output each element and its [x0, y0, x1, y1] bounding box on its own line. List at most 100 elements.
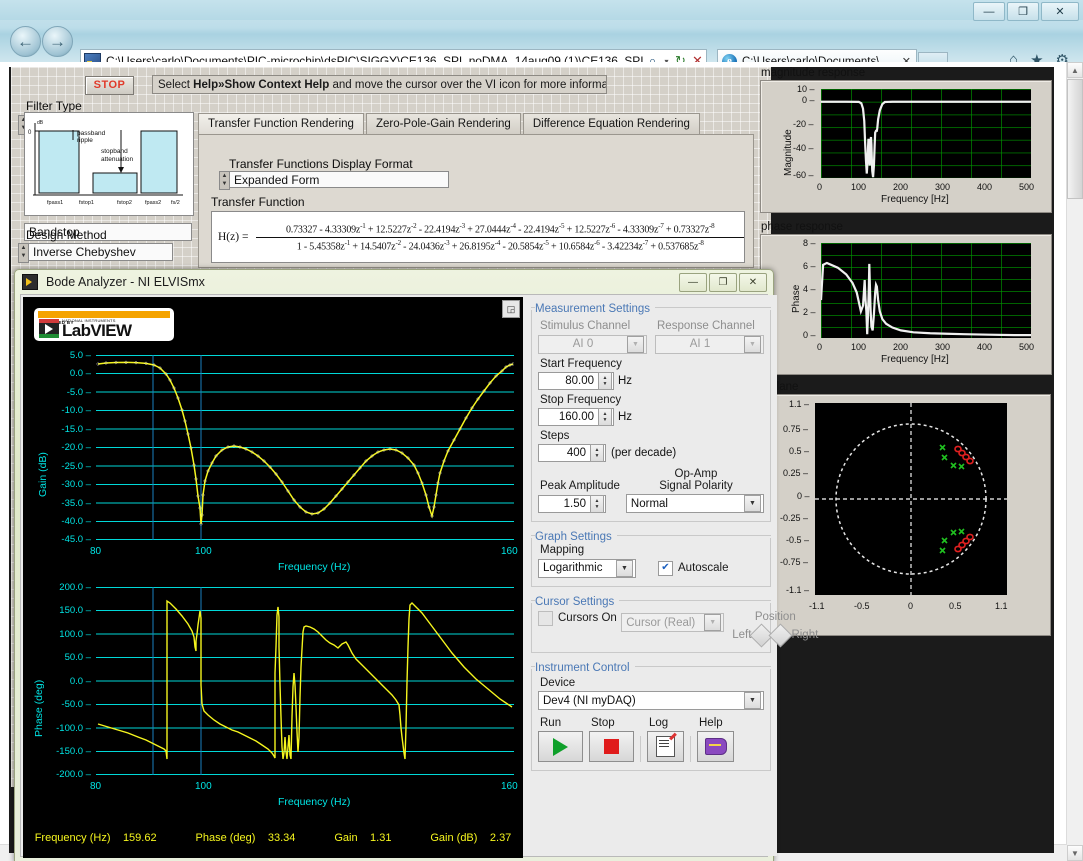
- gain-plot-area[interactable]: [96, 355, 514, 540]
- tab-difference-equation-rendering[interactable]: Difference Equation Rendering: [523, 113, 700, 135]
- phase-x-axis-title-bode: Frequency (Hz): [278, 796, 350, 808]
- response-channel-select[interactable]: AI 1 ▼: [655, 335, 764, 354]
- display-format-value[interactable]: Expanded Form: [229, 171, 449, 188]
- mag-xtick-0: 0: [817, 182, 822, 192]
- scroll-thumb[interactable]: [1067, 79, 1083, 199]
- bode-minimize-button[interactable]: —: [679, 273, 707, 292]
- plane-xtick-1.1: 1.1: [995, 601, 1008, 611]
- scroll-down-icon[interactable]: ▼: [1067, 845, 1083, 861]
- magnitude-response-graph[interactable]: 10 – 0 – -20 – -40 – -60 – Magnitude 0 1…: [760, 80, 1052, 213]
- rendering-tab-control: Transfer Function Rendering Zero-Pole-Ga…: [198, 113, 754, 268]
- magnitude-x-axis-title: Frequency [Hz]: [881, 194, 949, 205]
- stop-square-icon: [604, 739, 619, 754]
- steps-stepper[interactable]: ▲▼: [590, 444, 604, 462]
- graph-settings-title: Graph Settings: [535, 531, 617, 543]
- bode-titlebar[interactable]: Bode Analyzer - NI ELVISmx — ❐ ✕: [15, 270, 773, 294]
- maximize-button[interactable]: ❐: [1007, 2, 1039, 21]
- bode-window-title: Bode Analyzer - NI ELVISmx: [46, 275, 205, 289]
- phase-ytick-8: 8 –: [803, 238, 816, 248]
- log-button[interactable]: [647, 731, 684, 762]
- signal-polarity-value: Normal: [627, 498, 744, 510]
- pole-zero-svg: [815, 403, 1007, 595]
- tab-zero-pole-gain-rendering[interactable]: Zero-Pole-Gain Rendering: [366, 113, 521, 135]
- stop-frequency-value: 160.00: [539, 411, 598, 423]
- device-select[interactable]: Dev4 (NI myDAQ) ▼: [538, 691, 764, 710]
- gain-ytick--40.0: -40.0 –: [45, 516, 91, 527]
- scroll-up-icon[interactable]: ▲: [1067, 62, 1083, 78]
- gain-ytick--10.0: -10.0 –: [45, 405, 91, 416]
- stop-frequency-stepper[interactable]: ▲▼: [598, 408, 612, 426]
- mapping-select[interactable]: Logarithmic ▼: [538, 559, 636, 578]
- pole-zero-plane-graph[interactable]: 1.1 – 0.75 – 0.5 – 0.25 – 0 – -0.25 – -0…: [768, 394, 1051, 636]
- chevron-down-icon[interactable]: ▼: [627, 336, 644, 353]
- phase-x-axis-title: Frequency [Hz]: [881, 354, 949, 365]
- svg-text:ripple: ripple: [77, 137, 93, 144]
- cursor-select[interactable]: Cursor (Real) ▼: [621, 613, 724, 632]
- logo-labview-text: LabVIEW: [62, 321, 131, 341]
- cursors-on-checkbox[interactable]: Cursors On: [538, 611, 617, 626]
- ph-xtick-80: 80: [90, 781, 101, 792]
- chevron-down-icon[interactable]: ▼: [744, 692, 761, 709]
- position-right-button[interactable]: [769, 623, 793, 647]
- bode-close-button[interactable]: ✕: [739, 273, 767, 292]
- design-method-value[interactable]: Inverse Chebyshev: [28, 243, 173, 261]
- chevron-down-icon[interactable]: ▼: [744, 495, 761, 512]
- gain-ytick--45.0: -45.0 –: [45, 534, 91, 545]
- stop-button[interactable]: STOP: [85, 76, 134, 95]
- run-label: Run: [540, 717, 583, 729]
- autoscale-label: Autoscale: [678, 562, 729, 574]
- page-scrollbar-vertical[interactable]: ▲ ▼: [1066, 62, 1083, 861]
- steps-value: 400: [539, 447, 590, 459]
- readout-gain-label: Gain: [334, 832, 357, 844]
- minimize-button[interactable]: —: [973, 2, 1005, 21]
- start-frequency-stepper[interactable]: ▲▼: [598, 372, 612, 390]
- forward-icon[interactable]: →: [42, 26, 73, 57]
- mag-xtick-100: 100: [851, 182, 866, 192]
- chevron-down-icon[interactable]: ▼: [744, 336, 761, 353]
- gain-x-axis-title: Frequency (Hz): [278, 561, 350, 573]
- tab-transfer-function-rendering[interactable]: Transfer Function Rendering: [198, 113, 364, 135]
- bode-maximize-button[interactable]: ❐: [709, 273, 737, 292]
- phase-trace: [821, 243, 1031, 338]
- bode-graph-container: ◲ POWERED BY NATIONAL INSTRUMENTS LabVIE…: [23, 297, 523, 858]
- plane-ytick-0.5: 0.5 –: [789, 446, 809, 456]
- chevron-down-icon[interactable]: ▼: [616, 560, 633, 577]
- phase-response-graph[interactable]: 8 – 6 – 4 – 2 – 0 – Phase 0 100 200 300 …: [760, 234, 1052, 375]
- stop-frequency-input[interactable]: 160.00 ▲▼: [538, 408, 614, 426]
- autoscale-checkbox[interactable]: ✔ Autoscale: [658, 561, 729, 576]
- checkbox-box[interactable]: ✔: [658, 561, 673, 576]
- phase-plot-area-bode[interactable]: [96, 587, 514, 775]
- display-format-label: Transfer Functions Display Format: [229, 157, 413, 171]
- peak-amplitude-stepper[interactable]: ▲▼: [590, 495, 604, 513]
- close-button[interactable]: ✕: [1041, 2, 1079, 21]
- peak-amplitude-input[interactable]: 1.50 ▲▼: [538, 495, 606, 513]
- run-button[interactable]: [538, 731, 583, 762]
- phase-xtick-100: 100: [851, 342, 866, 352]
- divider: [690, 736, 691, 762]
- device-label: Device: [540, 677, 764, 689]
- stimulus-channel-select[interactable]: AI 0 ▼: [538, 335, 647, 354]
- stop-button[interactable]: [589, 731, 634, 762]
- help-button[interactable]: [697, 731, 734, 762]
- steps-unit: (per decade): [611, 447, 676, 459]
- gain-xtick-80: 80: [90, 546, 101, 557]
- phase-y-axis-title-bode: Phase (deg): [33, 680, 45, 737]
- phase-xtick-200: 200: [893, 342, 908, 352]
- svg-text:stopband: stopband: [101, 148, 128, 155]
- logo-powered-bar: POWERED BY: [38, 311, 170, 318]
- svg-text:fs/2: fs/2: [171, 200, 180, 206]
- mag-xtick-300: 300: [935, 182, 950, 192]
- position-label: Position: [732, 611, 818, 623]
- magnitude-plot-area: [821, 89, 1031, 178]
- checkbox-box[interactable]: [538, 611, 553, 626]
- transfer-function-lhs: H(z) =: [218, 231, 248, 243]
- steps-input[interactable]: 400 ▲▼: [538, 444, 606, 462]
- signal-polarity-select[interactable]: Normal ▼: [626, 494, 764, 513]
- expand-panel-icon[interactable]: ◲: [502, 300, 520, 318]
- start-frequency-input[interactable]: 80.00 ▲▼: [538, 372, 614, 390]
- back-icon[interactable]: ←: [10, 26, 41, 57]
- steps-label: Steps: [540, 430, 764, 442]
- chevron-down-icon[interactable]: ▼: [704, 614, 721, 631]
- phase-xtick-300: 300: [935, 342, 950, 352]
- start-frequency-label: Start Frequency: [540, 358, 764, 370]
